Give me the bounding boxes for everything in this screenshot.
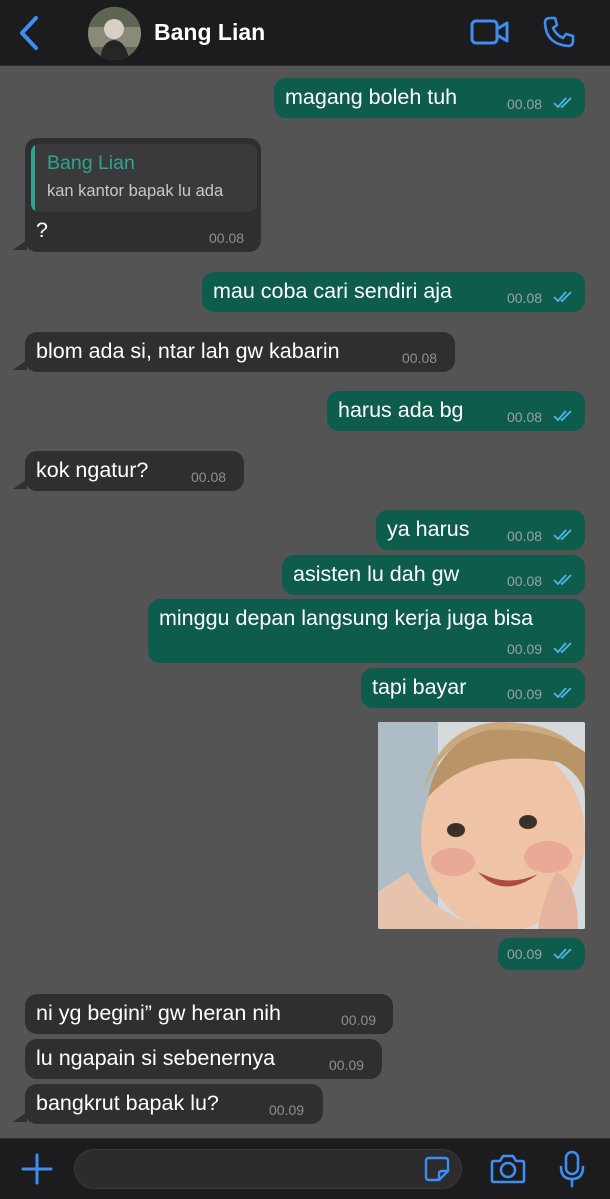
video-camera-icon[interactable] bbox=[470, 16, 510, 48]
message-text: mau coba cari sendiri aja bbox=[213, 279, 453, 303]
quoted-sender: Bang Lian bbox=[47, 152, 135, 174]
message-bubble-incoming[interactable]: blom ada si, ntar lah gw kabarin 00.08 bbox=[25, 332, 455, 372]
quoted-text: kan kantor bapak lu ada bbox=[47, 182, 224, 200]
bubble-tail bbox=[13, 240, 27, 250]
camera-icon[interactable] bbox=[490, 1153, 526, 1185]
input-bar bbox=[0, 1138, 610, 1199]
read-ticks-icon bbox=[553, 948, 572, 960]
message-text: tapi bayar bbox=[372, 675, 467, 699]
message-time: 00.08 bbox=[507, 290, 543, 306]
message-bubble-outgoing[interactable]: asisten lu dah gw 00.08 bbox=[282, 555, 585, 595]
avatar[interactable] bbox=[88, 7, 141, 60]
message-bubble-outgoing[interactable]: 00.09 bbox=[498, 938, 585, 970]
message-text: lu ngapain si sebenernya bbox=[36, 1046, 276, 1070]
message-text: kok ngatur? bbox=[36, 458, 149, 482]
bubble-tail bbox=[13, 360, 27, 370]
message-bubble-outgoing[interactable]: magang boleh tuh 00.08 bbox=[274, 78, 585, 118]
message-time: 00.08 bbox=[507, 409, 543, 425]
read-ticks-icon bbox=[553, 291, 572, 303]
message-bubble-outgoing[interactable]: harus ada bg 00.08 bbox=[327, 391, 585, 431]
message-bubble-incoming[interactable]: ni yg begini” gw heran nih 00.09 bbox=[25, 994, 393, 1034]
quoted-reply[interactable]: Bang Lian kan kantor bapak lu ada bbox=[31, 144, 257, 212]
message-bubble-outgoing[interactable]: tapi bayar 00.09 bbox=[361, 668, 585, 708]
message-bubble-outgoing[interactable]: ya harus 00.08 bbox=[376, 510, 585, 550]
read-ticks-icon bbox=[553, 529, 572, 541]
read-ticks-icon bbox=[553, 97, 572, 109]
sticker-icon[interactable] bbox=[424, 1156, 450, 1182]
message-bubble-outgoing[interactable]: minggu depan langsung kerja juga bisa 00… bbox=[148, 599, 585, 663]
message-input[interactable] bbox=[74, 1149, 462, 1189]
message-time: 00.08 bbox=[507, 96, 543, 112]
phone-icon[interactable] bbox=[542, 15, 576, 49]
sticker-image[interactable] bbox=[378, 722, 585, 929]
chat-area[interactable]: magang boleh tuh 00.08 Bang Lian kan kan… bbox=[0, 66, 610, 1138]
message-time: 00.08 bbox=[402, 350, 438, 366]
read-ticks-icon bbox=[553, 687, 572, 699]
message-time: 00.09 bbox=[341, 1012, 377, 1028]
message-time: 00.08 bbox=[507, 528, 543, 544]
chat-header: Bang Lian bbox=[0, 0, 610, 66]
bubble-tail bbox=[13, 479, 27, 489]
message-time: 00.08 bbox=[507, 573, 543, 589]
message-bubble-outgoing[interactable]: mau coba cari sendiri aja 00.08 bbox=[202, 272, 585, 312]
message-time: 00.09 bbox=[507, 946, 543, 962]
message-text: harus ada bg bbox=[338, 398, 464, 422]
microphone-icon[interactable] bbox=[558, 1150, 586, 1188]
message-text: magang boleh tuh bbox=[285, 85, 458, 109]
bubble-tail bbox=[13, 1112, 27, 1122]
message-text: blom ada si, ntar lah gw kabarin bbox=[36, 339, 340, 363]
plus-icon[interactable] bbox=[20, 1152, 54, 1186]
message-time: 00.09 bbox=[329, 1057, 365, 1073]
message-text: ? bbox=[36, 218, 48, 242]
contact-name[interactable]: Bang Lian bbox=[154, 19, 265, 46]
message-bubble-incoming[interactable]: Bang Lian kan kantor bapak lu ada ? 00.0… bbox=[25, 138, 261, 252]
message-bubble-incoming[interactable]: kok ngatur? 00.08 bbox=[25, 451, 244, 491]
message-text: ni yg begini” gw heran nih bbox=[36, 1001, 282, 1025]
message-bubble-incoming[interactable]: bangkrut bapak lu? 00.09 bbox=[25, 1084, 323, 1124]
message-time: 00.09 bbox=[507, 641, 543, 657]
message-time: 00.09 bbox=[269, 1102, 305, 1118]
read-ticks-icon bbox=[553, 642, 572, 654]
reply-bar bbox=[31, 144, 35, 212]
message-time: 00.08 bbox=[209, 230, 245, 246]
read-ticks-icon bbox=[553, 410, 572, 422]
message-bubble-incoming[interactable]: lu ngapain si sebenernya 00.09 bbox=[25, 1039, 382, 1079]
read-ticks-icon bbox=[553, 574, 572, 586]
message-text: minggu depan langsung kerja juga bisa bbox=[159, 606, 534, 630]
message-text: bangkrut bapak lu? bbox=[36, 1091, 219, 1115]
chevron-left-icon[interactable] bbox=[14, 14, 44, 52]
message-text: ya harus bbox=[387, 517, 470, 541]
message-time: 00.08 bbox=[191, 469, 227, 485]
message-text: asisten lu dah gw bbox=[293, 562, 460, 586]
message-time: 00.09 bbox=[507, 686, 543, 702]
